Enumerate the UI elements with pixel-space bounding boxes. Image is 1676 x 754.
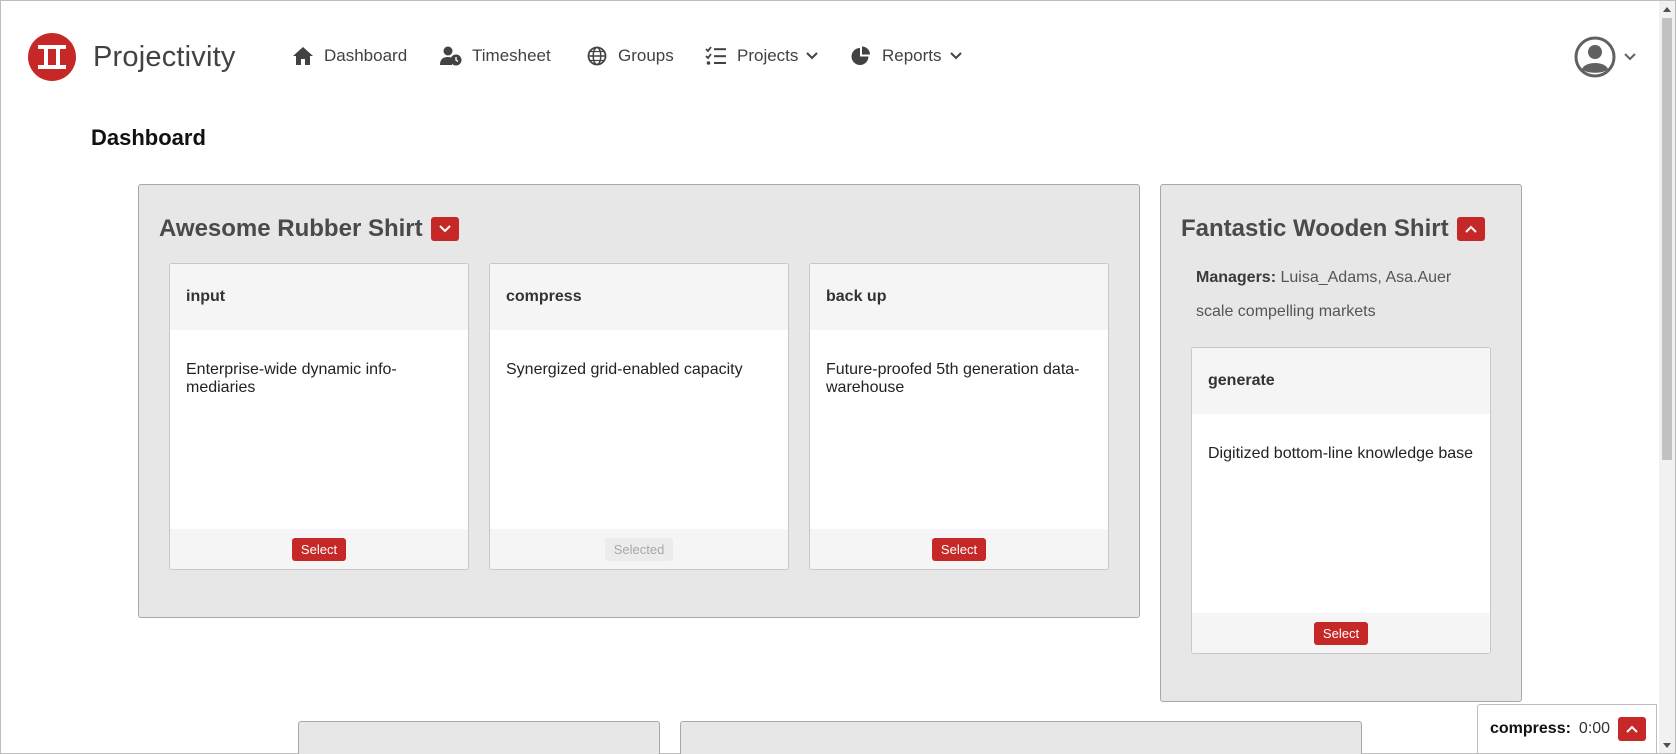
- chevron-up-icon: [1626, 725, 1638, 733]
- user-menu-dropdown[interactable]: [1574, 36, 1636, 78]
- nav-dashboard-label: Dashboard: [324, 46, 408, 65]
- project-panel: Fantastic Wooden Shirt Managers: Luisa_A…: [1160, 184, 1522, 702]
- nav-projects-dropdown[interactable]: Projects: [705, 44, 819, 68]
- chevron-up-icon: [1464, 225, 1477, 233]
- user-clock-icon: [440, 46, 462, 66]
- home-icon: [293, 47, 313, 65]
- user-avatar-icon: [1574, 36, 1616, 78]
- task-card-footer: Select: [1192, 613, 1490, 653]
- task-name: generate: [1192, 348, 1490, 414]
- chevron-down-icon: [1624, 53, 1636, 61]
- collapse-project-button[interactable]: [1456, 217, 1485, 241]
- scroll-up-button[interactable]: [1659, 1, 1675, 17]
- project-panel: Awesome Rubber Shirt input Enterprise-wi…: [138, 184, 1140, 618]
- chevron-down-icon: [949, 52, 962, 60]
- globe-icon: [587, 46, 607, 66]
- pie-chart-icon: [851, 46, 870, 65]
- active-task-timer: compress: 0:00: [1477, 704, 1657, 754]
- select-task-button[interactable]: Select: [1313, 621, 1369, 645]
- timer-value: 0:00: [1578, 720, 1611, 737]
- scrollbar-thumb[interactable]: [1662, 18, 1672, 460]
- expand-project-button[interactable]: [430, 217, 459, 241]
- task-card-footer: Selected: [490, 529, 788, 569]
- task-name: input: [170, 264, 468, 330]
- vertical-scrollbar[interactable]: [1659, 1, 1675, 753]
- task-card: input Enterprise-wide dynamic info-media…: [169, 263, 469, 570]
- project-title: Fantastic Wooden Shirt: [1181, 215, 1485, 243]
- nav-groups-label: Groups: [618, 46, 674, 65]
- task-description: Digitized bottom-line knowledge base: [1208, 445, 1474, 462]
- nav-timesheet[interactable]: Timesheet: [440, 44, 551, 68]
- top-navbar: Projectivity Dashboard Timesheet Groups: [0, 0, 1655, 112]
- task-description: Synergized grid-enabled capacity: [506, 361, 743, 378]
- nav-reports-dropdown[interactable]: Reports: [850, 44, 962, 68]
- expand-timer-button[interactable]: [1618, 717, 1647, 741]
- nav-groups[interactable]: Groups: [586, 44, 674, 68]
- managers-value: Luisa_Adams, Asa.Auer: [1280, 269, 1452, 286]
- page-title: Dashboard: [91, 125, 206, 150]
- selected-task-button: Selected: [604, 537, 674, 561]
- projectivity-logo-icon: [28, 33, 76, 81]
- project-panel: [680, 721, 1362, 754]
- select-task-button[interactable]: Select: [931, 537, 987, 561]
- task-card: back up Future-proofed 5th generation da…: [809, 263, 1109, 570]
- task-name: compress: [490, 264, 788, 330]
- project-title-text: Awesome Rubber Shirt: [159, 215, 423, 242]
- task-card-footer: Select: [170, 529, 468, 569]
- project-title-text: Fantastic Wooden Shirt: [1181, 215, 1449, 242]
- triangle-down-icon: [1663, 742, 1671, 748]
- nav-projects-label: Projects: [737, 46, 799, 65]
- nav-dashboard[interactable]: Dashboard: [292, 44, 407, 68]
- tasks-icon: [705, 46, 726, 65]
- task-description: Enterprise-wide dynamic info-mediaries: [186, 361, 397, 396]
- project-panel: [298, 721, 660, 754]
- task-card-footer: Select: [810, 529, 1108, 569]
- task-name: back up: [810, 264, 1108, 330]
- chevron-down-icon: [806, 52, 819, 60]
- project-managers: Managers: Luisa_Adams, Asa.Auer: [1196, 269, 1451, 287]
- brand-link[interactable]: Projectivity: [27, 32, 236, 82]
- project-description: scale compelling markets: [1196, 303, 1376, 320]
- task-card: generate Digitized bottom-line knowledge…: [1191, 347, 1491, 654]
- project-title: Awesome Rubber Shirt: [159, 215, 459, 243]
- scroll-down-button[interactable]: [1659, 737, 1675, 753]
- nav-timesheet-label: Timesheet: [472, 46, 551, 65]
- chevron-down-icon: [438, 225, 451, 233]
- timer-task-label: compress:: [1490, 720, 1571, 737]
- nav-reports-label: Reports: [882, 46, 942, 65]
- select-task-button[interactable]: Select: [291, 537, 347, 561]
- triangle-up-icon: [1663, 6, 1671, 12]
- brand-name: Projectivity: [93, 40, 236, 73]
- managers-label: Managers:: [1196, 269, 1277, 286]
- task-description: Future-proofed 5th generation data-wareh…: [826, 361, 1080, 396]
- task-card: compress Synergized grid-enabled capacit…: [489, 263, 789, 570]
